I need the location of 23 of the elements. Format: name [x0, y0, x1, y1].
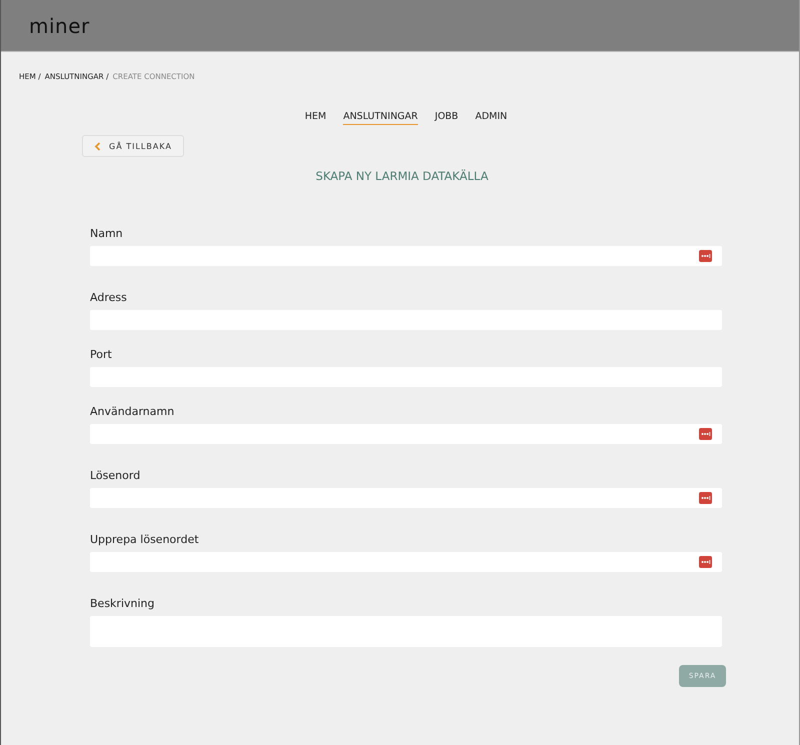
nav-link[interactable]: ADMIN [475, 111, 508, 125]
page-title: SKAPA NY LARMIA DATAKÄLLA [314, 169, 490, 183]
back-button[interactable]: GÅ TILLBAKA [82, 135, 184, 157]
autofill-icon[interactable] [699, 556, 712, 568]
field-label: Upprepa lösenordet [90, 533, 200, 546]
logo: miner [29, 14, 90, 38]
nav-link[interactable]: JOBB [434, 111, 458, 125]
password-field[interactable] [90, 488, 722, 508]
password-field[interactable] [90, 552, 722, 572]
input-field[interactable] [90, 424, 722, 444]
field-label: Användarnamn [90, 405, 176, 418]
field-label: Beskrivning [90, 597, 156, 610]
field-label: Port [90, 348, 113, 361]
nav-link[interactable]: HEM [304, 111, 326, 125]
input-field[interactable] [90, 246, 722, 266]
field-label: Lösenord [90, 469, 142, 482]
autofill-icon[interactable] [699, 428, 712, 440]
field-label: Namn [90, 227, 124, 240]
chevron-left-icon [94, 142, 101, 150]
autofill-icon[interactable] [699, 492, 712, 504]
nav-link[interactable]: ANSLUTNINGAR [343, 111, 418, 125]
field-label: Adress [90, 291, 128, 304]
autofill-icon[interactable] [699, 250, 712, 262]
